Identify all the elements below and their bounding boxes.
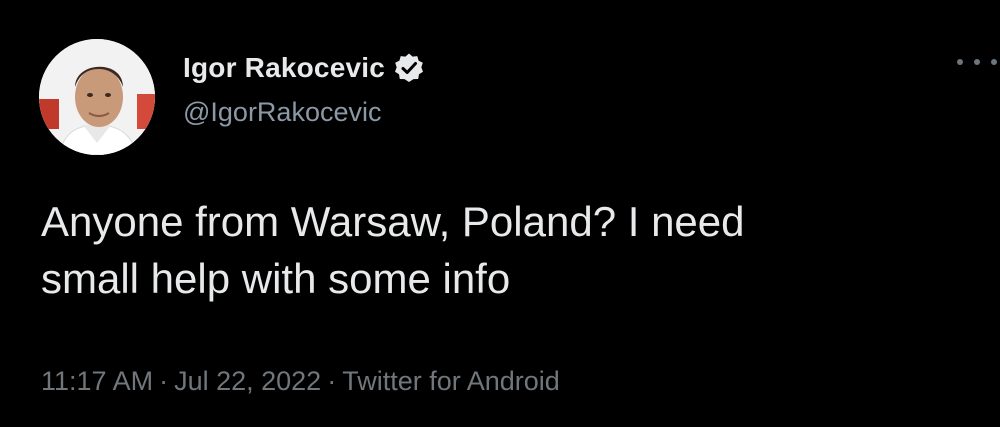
tweet-date[interactable]: Jul 22, 2022: [174, 366, 321, 396]
dot: [957, 59, 963, 65]
profile-photo-icon: [39, 39, 155, 155]
avatar[interactable]: [39, 39, 155, 155]
author-handle[interactable]: @IgorRakocevic: [183, 97, 381, 128]
author-name-row: Igor Rakocevic: [183, 50, 425, 86]
dot: [974, 59, 980, 65]
tweet-text-line: Anyone from Warsaw, Poland? I need: [41, 198, 745, 245]
tweet-text-line: small help with some info: [41, 255, 511, 302]
separator: ·: [159, 366, 169, 396]
tweet-time[interactable]: 11:17 AM: [41, 366, 153, 396]
tweet-text: Anyone from Warsaw, Poland? I need small…: [41, 193, 981, 307]
verified-badge-icon: [393, 52, 425, 84]
more-options-icon[interactable]: [957, 50, 997, 74]
tweet: Igor Rakocevic @IgorRakocevic Anyone fro…: [0, 0, 1000, 427]
separator: ·: [327, 366, 337, 396]
tweet-metadata: 11:17 AM · Jul 22, 2022 · Twitter for Androi…: [41, 366, 560, 397]
dot: [991, 59, 997, 65]
author-name[interactable]: Igor Rakocevic: [183, 52, 385, 84]
tweet-source[interactable]: Twitter for Android: [342, 366, 560, 396]
